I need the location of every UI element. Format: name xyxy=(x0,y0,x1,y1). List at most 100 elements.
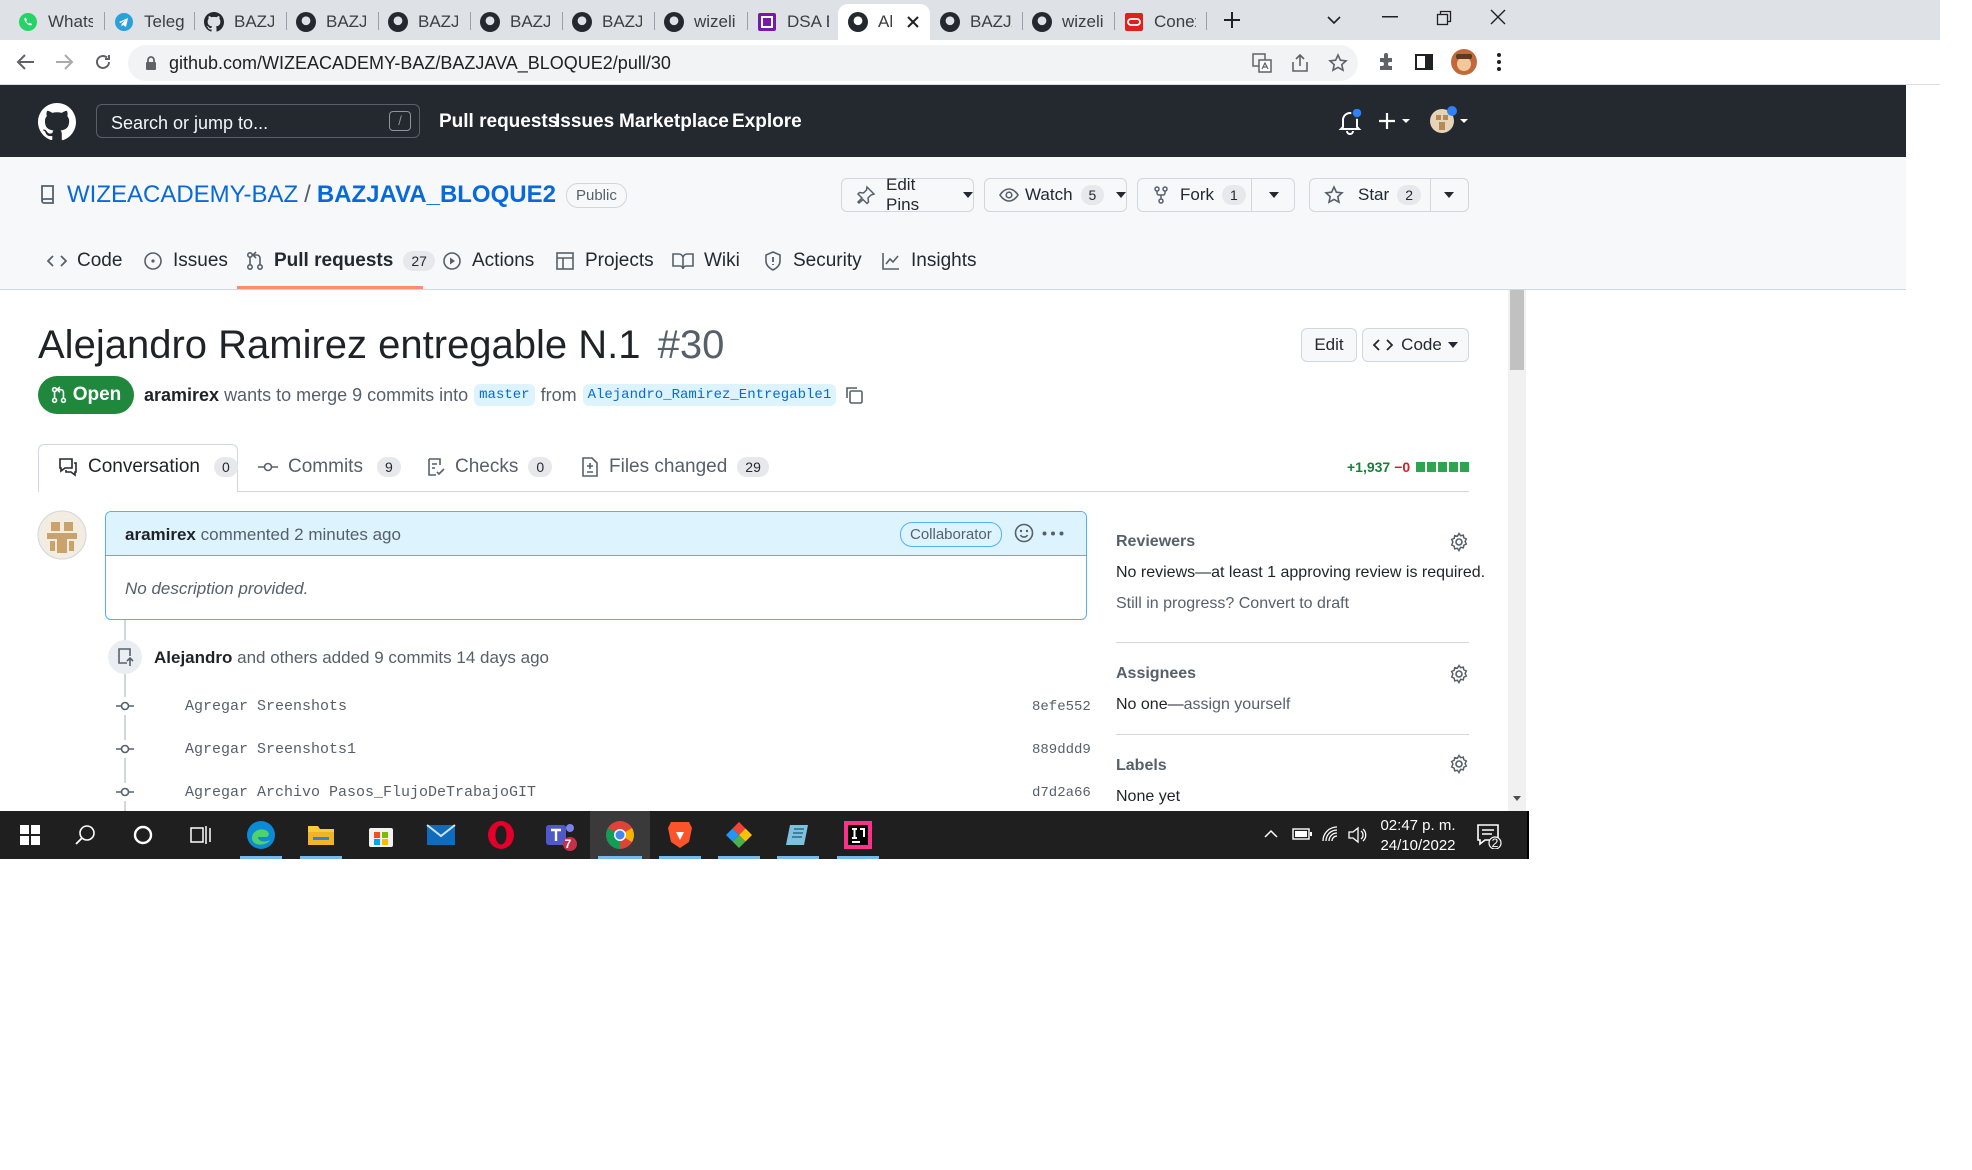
repo-name-link[interactable]: BAZJAVA_BLOQUE2 xyxy=(317,181,556,209)
comment-timestamp[interactable]: commented 2 minutes ago xyxy=(201,525,401,544)
commit-sha[interactable]: 8efe552 xyxy=(1032,699,1091,715)
tab-issues[interactable]: Issues xyxy=(143,250,228,272)
avatar[interactable] xyxy=(37,510,87,560)
translate-icon[interactable] xyxy=(1252,53,1272,73)
tab-projects[interactable]: Projects xyxy=(555,250,654,272)
commit-sha[interactable]: d7d2a66 xyxy=(1032,785,1091,801)
comment-author-link[interactable]: aramirex xyxy=(125,525,196,544)
browser-tab[interactable]: Telegra xyxy=(104,4,194,40)
profile-avatar-icon[interactable] xyxy=(1450,48,1478,76)
tab-wiki[interactable]: Wiki xyxy=(672,250,740,272)
nav-issues[interactable]: Issues xyxy=(555,111,614,133)
browser-tab[interactable]: wizelin xyxy=(1022,4,1114,40)
side-panel-icon[interactable] xyxy=(1414,52,1434,72)
assignees-heading[interactable]: Assignees xyxy=(1116,665,1196,683)
browser-tab[interactable]: DSA B/ xyxy=(747,4,839,40)
commit-sha[interactable]: 889ddd9 xyxy=(1032,742,1091,758)
tab-conversation[interactable]: Conversation 0 xyxy=(58,456,238,478)
commits-event-author[interactable]: Alejandro xyxy=(154,648,232,667)
gitkraken-icon[interactable] xyxy=(709,811,769,859)
head-branch-label[interactable]: Alejandro_Ramirez_Entregable1 xyxy=(582,384,837,406)
fork-button[interactable]: Fork 1 xyxy=(1137,178,1295,212)
assignees-gear-icon[interactable] xyxy=(1449,664,1469,684)
forward-arrow-icon[interactable] xyxy=(54,52,74,72)
browser-tab[interactable]: BAZJA\ xyxy=(194,4,284,40)
labels-gear-icon[interactable] xyxy=(1449,754,1469,774)
extensions-icon[interactable] xyxy=(1376,52,1396,72)
reviewers-heading[interactable]: Reviewers xyxy=(1116,533,1195,551)
copy-icon[interactable] xyxy=(844,385,864,405)
tab-insights[interactable]: Insights xyxy=(881,250,976,272)
new-tab-icon[interactable] xyxy=(1222,10,1242,30)
teams-icon[interactable] xyxy=(531,811,591,859)
close-icon[interactable] xyxy=(906,15,920,29)
edge-browser-icon[interactable] xyxy=(231,811,291,859)
tab-pull-requests[interactable]: Pull requests 27 xyxy=(246,250,435,272)
restore-icon[interactable] xyxy=(1436,10,1452,26)
tab-security[interactable]: Security xyxy=(763,250,862,272)
convert-to-draft-link[interactable]: Convert to draft xyxy=(1239,595,1349,612)
mail-icon[interactable] xyxy=(411,811,471,859)
chevron-up-icon[interactable] xyxy=(1264,829,1278,839)
tab-commits[interactable]: Commits 9 xyxy=(258,456,401,478)
user-avatar-menu-icon[interactable] xyxy=(1428,105,1472,137)
base-branch-label[interactable]: master xyxy=(474,384,535,406)
star-dropdown-caret-icon[interactable] xyxy=(1444,192,1454,198)
browser-tab[interactable]: BAZJA\ xyxy=(470,4,560,40)
window-close-icon[interactable] xyxy=(1490,9,1506,25)
chrome-icon[interactable] xyxy=(590,811,650,859)
browser-tab[interactable]: BAZJA\ xyxy=(286,4,376,40)
speaker-volume-icon[interactable] xyxy=(1347,826,1367,844)
repo-owner-link[interactable]: WIZEACADEMY-BAZ xyxy=(67,181,298,209)
github-logo-icon[interactable] xyxy=(38,103,76,141)
windows-start-icon[interactable] xyxy=(0,811,60,859)
reload-icon[interactable] xyxy=(93,52,113,72)
minimize-icon[interactable] xyxy=(1382,16,1398,18)
wifi-icon[interactable] xyxy=(1321,825,1339,843)
browser-tab[interactable]: BAZJA\ xyxy=(378,4,468,40)
opera-icon[interactable] xyxy=(471,811,531,859)
commit-message[interactable]: Agregar Sreenshots1 xyxy=(185,741,356,758)
cortana-icon[interactable] xyxy=(113,811,173,859)
browser-menu-icon[interactable] xyxy=(1496,52,1502,72)
reviewers-gear-icon[interactable] xyxy=(1449,532,1469,552)
nav-explore[interactable]: Explore xyxy=(732,111,802,133)
browser-tab[interactable]: Whats/ xyxy=(8,4,103,40)
intellij-idea-icon[interactable] xyxy=(828,811,888,859)
edit-title-button[interactable]: Edit xyxy=(1301,328,1357,362)
star-button[interactable]: Star 2 xyxy=(1309,178,1469,212)
search-icon[interactable] xyxy=(56,811,116,859)
pr-author-link[interactable]: aramirex xyxy=(144,385,219,406)
bookmark-star-icon[interactable] xyxy=(1328,53,1348,73)
edit-pins-button[interactable]: Edit Pins xyxy=(841,175,974,214)
fork-dropdown-caret-icon[interactable] xyxy=(1269,192,1279,198)
search-input[interactable]: Search or jump to... / xyxy=(96,104,420,138)
notepad-icon[interactable] xyxy=(768,811,828,859)
notifications-bell-icon[interactable] xyxy=(1338,109,1362,135)
back-arrow-icon[interactable] xyxy=(16,52,36,72)
tab-actions[interactable]: Actions xyxy=(442,250,534,272)
browser-tab[interactable]: BAZJA\ xyxy=(930,4,1022,40)
browser-tab-active[interactable]: Ale xyxy=(838,4,930,40)
labels-heading[interactable]: Labels xyxy=(1116,757,1167,775)
microsoft-store-icon[interactable] xyxy=(351,811,411,859)
share-icon[interactable] xyxy=(1290,53,1310,73)
tab-search-icon[interactable] xyxy=(1326,12,1342,28)
file-explorer-icon[interactable] xyxy=(291,811,351,859)
tab-checks[interactable]: Checks 0 xyxy=(427,456,553,478)
brave-icon[interactable] xyxy=(650,811,710,859)
browser-tab[interactable]: BAZJA\ xyxy=(562,4,652,40)
browser-tab[interactable]: wizelin xyxy=(654,4,746,40)
smiley-reaction-icon[interactable] xyxy=(1014,523,1034,543)
system-clock[interactable]: 02:47 p. m. 24/10/2022 xyxy=(1376,816,1460,856)
tab-code[interactable]: Code xyxy=(47,250,122,272)
address-bar[interactable]: github.com/WIZEACADEMY-BAZ/BAZJAVA_BLOQU… xyxy=(128,45,1358,81)
nav-marketplace[interactable]: Marketplace xyxy=(619,111,729,133)
commit-message[interactable]: Agregar Archivo Pasos_FlujoDeTrabajoGIT xyxy=(185,784,536,801)
battery-icon[interactable] xyxy=(1292,828,1312,840)
tab-files-changed[interactable]: Files changed 29 xyxy=(581,456,769,478)
code-dropdown-button[interactable]: Code xyxy=(1362,328,1469,362)
nav-pull-requests[interactable]: Pull requests xyxy=(439,111,558,133)
create-new-plus-icon[interactable] xyxy=(1378,111,1414,131)
watch-button[interactable]: Watch 5 xyxy=(984,178,1127,212)
